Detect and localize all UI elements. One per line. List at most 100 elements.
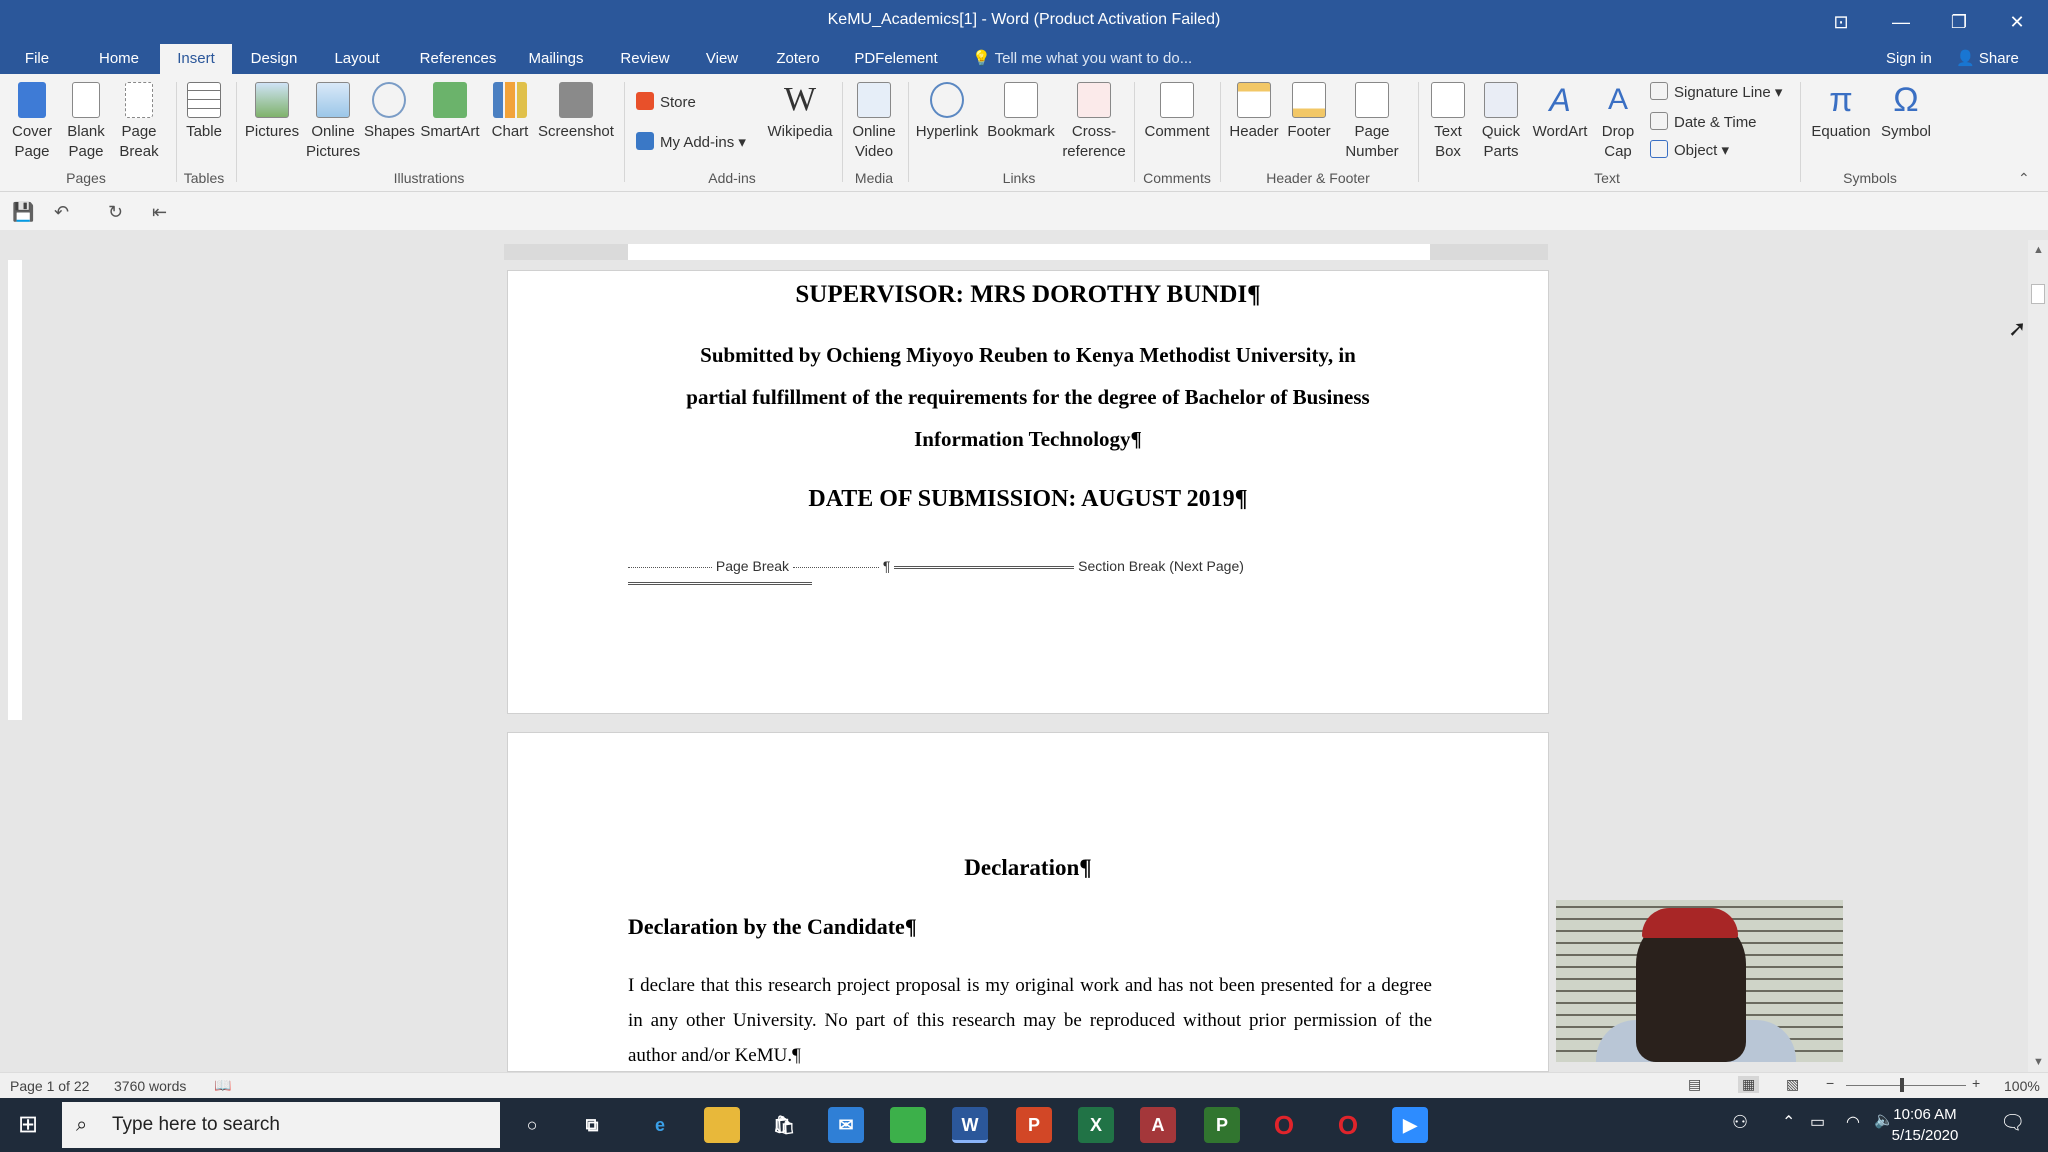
scrollbar-thumb[interactable]: [2031, 284, 2045, 304]
my-addins-button[interactable]: My Add-ins ▾: [636, 132, 746, 153]
tab-home[interactable]: Home: [88, 44, 150, 74]
tab-view[interactable]: View: [696, 44, 748, 74]
scroll-down-icon[interactable]: ▼: [2033, 1056, 2044, 1068]
access-icon[interactable]: A: [1140, 1107, 1176, 1143]
cross-reference-button[interactable]: Cross-reference: [1060, 82, 1128, 162]
zoom-out-icon[interactable]: −: [1826, 1075, 1834, 1091]
system-clock[interactable]: 10:06 AM 5/15/2020: [1880, 1104, 1970, 1146]
tab-references[interactable]: References: [410, 44, 506, 74]
word-count[interactable]: 3760 words: [114, 1078, 186, 1094]
people-icon[interactable]: ⚇: [1732, 1112, 1748, 1133]
green-app-icon[interactable]: [890, 1107, 926, 1143]
taskbar-search[interactable]: ⌕ Type here to search: [62, 1102, 500, 1148]
quick-parts-button[interactable]: Quick Parts: [1474, 82, 1528, 162]
store-button[interactable]: Store: [636, 92, 696, 113]
collapse-ribbon-icon[interactable]: ⌃: [2018, 170, 2030, 187]
zoom-level[interactable]: 100%: [2004, 1078, 2040, 1094]
edge-icon[interactable]: e: [642, 1107, 678, 1143]
hyperlink-button[interactable]: Hyperlink: [912, 82, 982, 142]
page-number-button[interactable]: Page Number: [1336, 82, 1408, 162]
restore-button[interactable]: ❐: [1936, 4, 1982, 40]
store-app-icon[interactable]: 🛍: [766, 1107, 802, 1143]
ribbon-display-icon[interactable]: ⊡: [1818, 4, 1864, 40]
task-view-icon[interactable]: ⧉: [574, 1107, 610, 1143]
table-button[interactable]: Table: [180, 82, 228, 142]
tab-pdfelement[interactable]: PDFelement: [848, 44, 944, 74]
drop-cap-button[interactable]: A Drop Cap: [1592, 82, 1644, 162]
horizontal-ruler[interactable]: [504, 244, 1548, 260]
opera-icon[interactable]: O: [1266, 1107, 1302, 1143]
sign-in-link[interactable]: Sign in: [1886, 44, 1932, 74]
header-icon: [1237, 82, 1271, 118]
online-pictures-button[interactable]: Online Pictures: [306, 82, 360, 162]
proofing-icon[interactable]: 📖: [214, 1077, 231, 1094]
page-count[interactable]: Page 1 of 22: [10, 1078, 89, 1094]
close-button[interactable]: ✕: [1994, 4, 2040, 40]
tab-mailings[interactable]: Mailings: [520, 44, 592, 74]
wikipedia-button[interactable]: W Wikipedia: [762, 82, 838, 142]
excel-icon[interactable]: X: [1078, 1107, 1114, 1143]
footer-button[interactable]: Footer: [1282, 82, 1336, 142]
tell-me-search[interactable]: 💡 Tell me what you want to do...: [972, 44, 1192, 74]
notifications-icon[interactable]: 🗨: [2000, 1110, 2025, 1135]
zoom-app-icon[interactable]: ▶: [1392, 1107, 1428, 1143]
tray-expand-icon[interactable]: ⌃: [1782, 1112, 1795, 1132]
wifi-icon[interactable]: ◠: [1846, 1112, 1860, 1132]
project-icon[interactable]: P: [1204, 1107, 1240, 1143]
pictures-button[interactable]: Pictures: [240, 82, 304, 142]
comment-button[interactable]: Comment: [1140, 82, 1214, 142]
customize-icon[interactable]: ⇤: [152, 202, 167, 223]
undo-icon[interactable]: ↶: [54, 202, 69, 223]
tab-layout[interactable]: Layout: [324, 44, 390, 74]
page-number-label: Page Number: [1345, 123, 1399, 160]
page-break-button[interactable]: Page Break: [114, 82, 164, 162]
signature-line-button[interactable]: Signature Line ▾: [1650, 82, 1782, 103]
zoom-slider-thumb[interactable]: [1900, 1078, 1904, 1092]
tab-design[interactable]: Design: [240, 44, 308, 74]
page-break-label: Page Break: [119, 123, 159, 160]
bookmark-button[interactable]: Bookmark: [984, 82, 1058, 142]
date-time-button[interactable]: Date & Time: [1650, 112, 1757, 133]
blank-page-button[interactable]: Blank Page: [62, 82, 110, 162]
symbol-button[interactable]: Ω Symbol: [1876, 82, 1936, 142]
read-mode-icon[interactable]: ▤: [1688, 1076, 1701, 1093]
save-icon[interactable]: 💾: [12, 202, 34, 223]
tab-file[interactable]: File: [14, 44, 60, 74]
redo-icon[interactable]: ↻: [108, 202, 123, 223]
word-app-icon[interactable]: W: [952, 1107, 988, 1143]
header-button[interactable]: Header: [1226, 82, 1282, 142]
shapes-button[interactable]: Shapes: [364, 82, 415, 142]
screenshot-label: Screenshot: [538, 123, 614, 140]
screenshot-button[interactable]: Screenshot: [536, 82, 616, 142]
share-button[interactable]: 👤 Share: [1956, 44, 2019, 74]
object-icon: [1650, 140, 1668, 158]
cover-page-button[interactable]: Cover Page: [6, 82, 58, 162]
vertical-ruler[interactable]: [8, 260, 22, 720]
minimize-button[interactable]: —: [1878, 4, 1924, 40]
zoom-slider[interactable]: [1846, 1085, 1966, 1086]
group-comments: Comments: [1143, 170, 1211, 186]
smartart-button[interactable]: SmartArt: [416, 82, 484, 142]
online-video-button[interactable]: Online Video: [846, 82, 902, 162]
object-button[interactable]: Object ▾: [1650, 140, 1729, 161]
file-explorer-icon[interactable]: [704, 1107, 740, 1143]
windows-start-icon[interactable]: ⊞: [18, 1110, 38, 1139]
zoom-in-icon[interactable]: +: [1972, 1075, 1980, 1091]
tab-review[interactable]: Review: [612, 44, 678, 74]
chart-button[interactable]: Chart: [486, 82, 534, 142]
battery-icon[interactable]: ▭: [1810, 1112, 1825, 1132]
cortana-icon[interactable]: ○: [514, 1107, 550, 1143]
mail-icon[interactable]: ✉: [828, 1107, 864, 1143]
scroll-up-icon[interactable]: ▲: [2033, 244, 2044, 256]
wordart-button[interactable]: A WordArt: [1530, 82, 1590, 142]
vertical-scrollbar[interactable]: ▲ ▼: [2028, 240, 2048, 1072]
equation-button[interactable]: π Equation: [1806, 82, 1876, 142]
web-layout-icon[interactable]: ▧: [1786, 1076, 1799, 1093]
tab-zotero[interactable]: Zotero: [764, 44, 832, 74]
opera-gx-icon[interactable]: O: [1330, 1107, 1366, 1143]
group-media: Media: [854, 170, 894, 186]
powerpoint-icon[interactable]: P: [1016, 1107, 1052, 1143]
tab-insert[interactable]: Insert: [160, 44, 232, 74]
text-box-button[interactable]: Text Box: [1424, 82, 1472, 162]
print-layout-icon[interactable]: ▦: [1738, 1076, 1760, 1093]
